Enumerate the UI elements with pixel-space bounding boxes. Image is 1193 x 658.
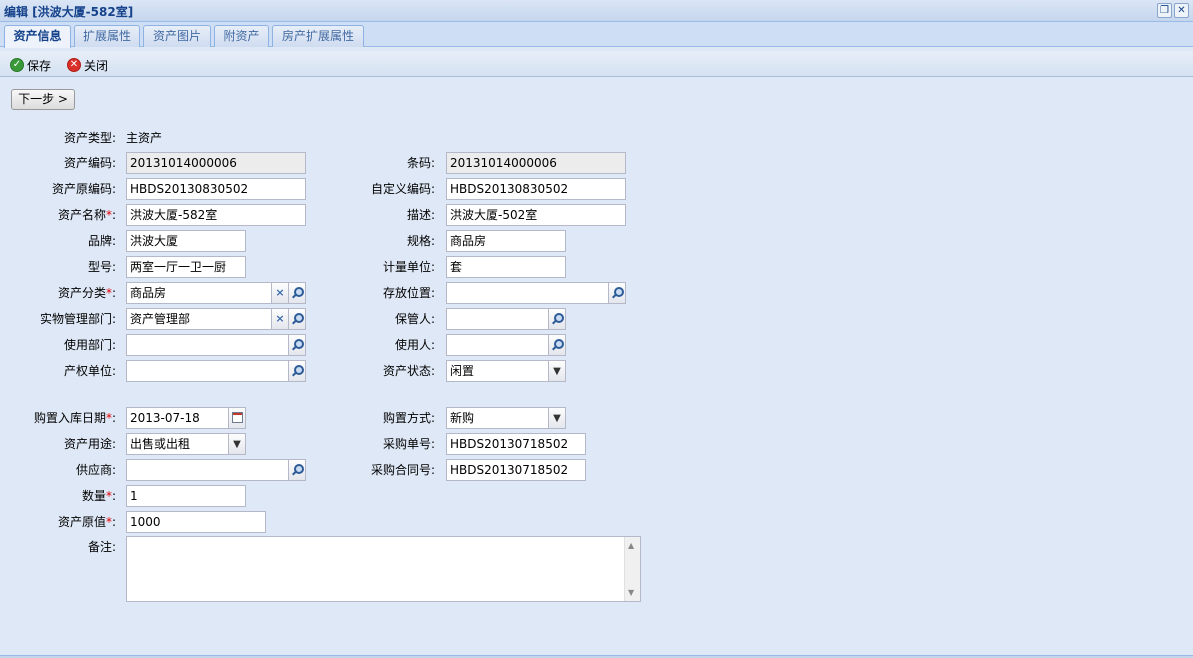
unit-field[interactable]: 套 [446, 256, 566, 278]
clear-icon[interactable]: × [271, 283, 288, 303]
po-number-field[interactable]: HBDS20130718502 [446, 433, 586, 455]
asset-status-select[interactable]: 闲置 ▼ [446, 360, 566, 382]
user-field[interactable] [446, 334, 566, 356]
search-icon[interactable] [288, 460, 305, 480]
search-icon[interactable] [608, 283, 625, 303]
original-code-label: 资产原编码: [51, 182, 116, 196]
custom-code-label: 自定义编码: [370, 182, 435, 196]
quantity-label: 数量*: [81, 489, 116, 503]
spec-field[interactable]: 商品房 [446, 230, 566, 252]
asset-usage-value: 出售或出租 [130, 437, 191, 451]
original-value-field[interactable]: 1000 [126, 511, 266, 533]
asset-type-label: 资产类型: [63, 131, 116, 145]
remarks-textarea[interactable]: ▲ ▼ [126, 536, 641, 602]
storage-location-field[interactable] [446, 282, 626, 304]
management-dept-value: 资产管理部 [130, 312, 191, 326]
custom-code-field[interactable]: HBDS20130830502 [446, 178, 626, 200]
search-icon[interactable] [548, 309, 565, 329]
asset-usage-label: 资产用途: [63, 437, 116, 451]
chevron-down-icon[interactable]: ▼ [548, 408, 565, 428]
close-x-icon: ✕ [67, 58, 81, 72]
close-icon[interactable]: ✕ [1174, 3, 1189, 18]
contract-number-label: 采购合同号: [370, 463, 435, 477]
supplier-field[interactable] [126, 459, 306, 481]
remarks-scrollbar[interactable]: ▲ ▼ [624, 537, 640, 601]
custodian-field[interactable] [446, 308, 566, 330]
po-number-label: 采购单号: [382, 437, 435, 451]
asset-status-label: 资产状态: [382, 364, 435, 378]
spec-label: 规格: [406, 234, 435, 248]
search-icon[interactable] [288, 335, 305, 355]
next-step-button[interactable]: 下一步 > [11, 89, 75, 110]
check-icon: ✓ [10, 58, 24, 72]
purchase-date-label: 购置入库日期*: [33, 411, 116, 425]
category-value: 商品房 [130, 286, 167, 300]
close-button-label: 关闭 [84, 58, 109, 73]
asset-status-value: 闲置 [450, 364, 475, 378]
asset-name-field[interactable]: 洪波大厦-582室 [126, 204, 306, 226]
management-dept-label: 实物管理部门: [39, 312, 116, 326]
category-field[interactable]: 商品房 × [126, 282, 306, 304]
purchase-method-value: 新购 [450, 411, 475, 425]
barcode-label: 条码: [406, 156, 435, 170]
owner-unit-label: 产权单位: [63, 364, 116, 378]
search-icon[interactable] [548, 335, 565, 355]
save-button[interactable]: ✓ 保存 [10, 56, 51, 74]
original-value-label: 资产原值*: [57, 515, 116, 529]
model-field[interactable]: 两室一厅一卫一厨 [126, 256, 246, 278]
save-button-label: 保存 [27, 58, 52, 73]
barcode-field[interactable]: 20131014000006 [446, 152, 626, 174]
search-icon[interactable] [288, 283, 305, 303]
management-dept-field[interactable]: 资产管理部 × [126, 308, 306, 330]
tab-strip: 资产信息 扩展属性 资产图片 附资产 房产扩展属性 [0, 22, 1193, 48]
purchase-method-label: 购置方式: [382, 411, 435, 425]
toolbar: ✓ 保存 ✕ 关闭 [0, 51, 1193, 77]
search-icon[interactable] [288, 309, 305, 329]
using-dept-label: 使用部门: [63, 338, 116, 352]
user-label: 使用人: [394, 338, 435, 352]
purchase-date-field[interactable]: 2013-07-18 [126, 407, 246, 429]
asset-code-field[interactable]: 20131014000006 [126, 152, 306, 174]
restore-icon[interactable]: ❐ [1157, 3, 1172, 18]
brand-field[interactable]: 洪波大厦 [126, 230, 246, 252]
purchase-date-value: 2013-07-18 [130, 411, 200, 425]
description-field[interactable]: 洪波大厦-502室 [446, 204, 626, 226]
tab-asset-images[interactable]: 资产图片 [143, 25, 211, 47]
window-title: 编辑 [洪波大厦-582室] [4, 5, 134, 19]
supplier-label: 供应商: [75, 463, 116, 477]
window-titlebar: 编辑 [洪波大厦-582室] ❐ ✕ [0, 0, 1193, 22]
calendar-icon[interactable] [228, 408, 245, 428]
storage-location-label: 存放位置: [382, 286, 435, 300]
tab-asset-info[interactable]: 资产信息 [4, 25, 71, 48]
original-code-field[interactable]: HBDS20130830502 [126, 178, 306, 200]
brand-label: 品牌: [87, 234, 116, 248]
asset-name-label: 资产名称*: [57, 208, 116, 222]
custodian-label: 保管人: [394, 312, 435, 326]
contract-number-field[interactable]: HBDS20130718502 [446, 459, 586, 481]
asset-usage-select[interactable]: 出售或出租 ▼ [126, 433, 246, 455]
tab-sub-assets[interactable]: 附资产 [214, 25, 269, 47]
chevron-down-icon[interactable]: ▼ [228, 434, 245, 454]
tab-extended-attributes[interactable]: 扩展属性 [74, 25, 140, 47]
description-label: 描述: [406, 208, 435, 222]
using-dept-field[interactable] [126, 334, 306, 356]
scroll-down-icon[interactable]: ▼ [628, 588, 634, 597]
asset-type-value: 主资产 [126, 131, 163, 145]
quantity-field[interactable]: 1 [126, 485, 246, 507]
scroll-up-icon[interactable]: ▲ [628, 541, 634, 550]
purchase-method-select[interactable]: 新购 ▼ [446, 407, 566, 429]
category-label: 资产分类*: [57, 286, 116, 300]
remarks-label: 备注: [87, 540, 116, 554]
close-button[interactable]: ✕ 关闭 [67, 56, 108, 74]
clear-icon[interactable]: × [271, 309, 288, 329]
unit-label: 计量单位: [382, 260, 435, 274]
owner-unit-field[interactable] [126, 360, 306, 382]
asset-code-label: 资产编码: [63, 156, 116, 170]
model-label: 型号: [87, 260, 116, 274]
search-icon[interactable] [288, 361, 305, 381]
tab-property-extended-attributes[interactable]: 房产扩展属性 [272, 25, 364, 47]
chevron-down-icon[interactable]: ▼ [548, 361, 565, 381]
